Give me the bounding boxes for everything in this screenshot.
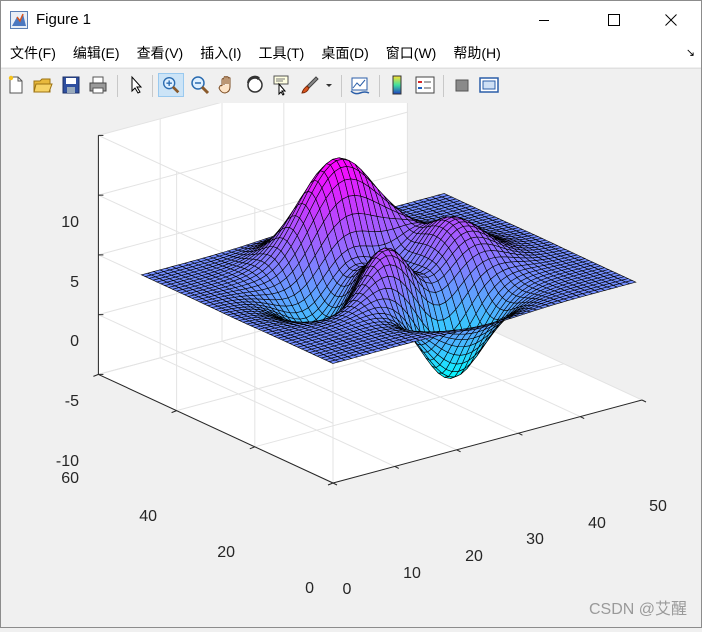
open-file-icon[interactable] [32,74,54,96]
zoom-in-icon[interactable] [158,73,184,97]
legend-icon[interactable] [414,74,436,96]
figure-window: Figure 1 文件(F) 编辑(E) 查看(V) 插入(I) 工具(T) 桌… [0,0,702,628]
z-tick-label: 10 [61,214,79,231]
close-icon [665,14,677,26]
toolbar-separator [443,75,444,97]
title-bar: Figure 1 [1,1,701,39]
y-tick-label: 60 [61,470,79,487]
link-plot-icon[interactable] [349,74,371,96]
matlab-figure-icon [10,11,28,29]
x-tick [580,417,584,419]
z-tick-label: 5 [70,274,79,291]
maximize-button[interactable] [591,1,637,39]
x-tick-label: 20 [465,548,483,565]
pan-hand-icon[interactable] [216,74,238,96]
hide-plot-tools-icon[interactable] [451,74,473,96]
window-title: Figure 1 [36,11,91,28]
x-tick-label: 30 [526,531,544,548]
rotate-3d-icon[interactable] [244,74,266,96]
zoom-out-icon[interactable] [189,74,211,96]
menu-file[interactable]: 文件(F) [10,43,56,63]
brush-dropdown-icon[interactable] [323,74,335,96]
maximize-icon [608,14,620,26]
data-cursor-icon[interactable] [271,74,293,96]
x-tick [457,450,461,452]
save-icon[interactable] [60,74,82,96]
y-tick-label: 20 [217,544,235,561]
colorbar-icon[interactable] [386,74,408,96]
x-tick [395,466,399,468]
y-tick-label: 0 [305,580,314,597]
new-figure-icon[interactable] [5,74,27,96]
close-button[interactable] [648,1,694,39]
watermark-text: CSDN @艾醒 [589,595,687,619]
menu-view[interactable]: 查看(V) [137,43,184,63]
x-tick-label: 50 [649,498,667,515]
menu-tools[interactable]: 工具(T) [258,43,304,63]
menu-window[interactable]: 窗口(W) [386,43,437,63]
surface-plot-axes[interactable]: 10 5 0 -5 -10 60 40 20 0 0 10 20 30 40 5… [1,103,701,627]
x-tick-label: 40 [588,515,606,532]
x-tick [642,400,646,402]
x-tick-label: 0 [343,581,352,598]
toolbar-separator [152,75,153,97]
menu-bar: 文件(F) 编辑(E) 查看(V) 插入(I) 工具(T) 桌面(D) 窗口(W… [1,39,701,67]
y-tick [328,483,333,485]
x-tick-label: 10 [403,565,421,582]
minimize-button[interactable] [521,1,567,39]
menu-edit[interactable]: 编辑(E) [73,43,120,63]
x-tick [333,483,337,485]
y-tick [93,374,98,376]
figure-canvas[interactable]: 10 5 0 -5 -10 60 40 20 0 0 10 20 30 40 5… [1,103,701,627]
menu-insert[interactable]: 插入(I) [200,43,241,63]
menu-dock-arrow-icon[interactable]: ↘ [686,46,695,59]
minimize-icon [538,14,550,26]
figure-toolbar [1,68,701,104]
x-tick [518,433,522,435]
brush-icon[interactable] [299,74,321,96]
menu-help[interactable]: 帮助(H) [453,43,500,63]
y-tick-label: 40 [139,508,157,525]
toolbar-separator [117,75,118,97]
z-tick-label: -5 [65,393,79,410]
show-plot-tools-icon[interactable] [478,74,500,96]
z-tick-label: 0 [70,333,79,350]
y-tick [250,447,255,449]
menu-desktop[interactable]: 桌面(D) [321,43,368,63]
print-icon[interactable] [87,74,109,96]
toolbar-separator [379,75,380,97]
select-arrow-icon[interactable] [125,74,147,96]
toolbar-separator [341,75,342,97]
y-tick [172,411,177,413]
z-tick-label: -10 [56,453,79,470]
